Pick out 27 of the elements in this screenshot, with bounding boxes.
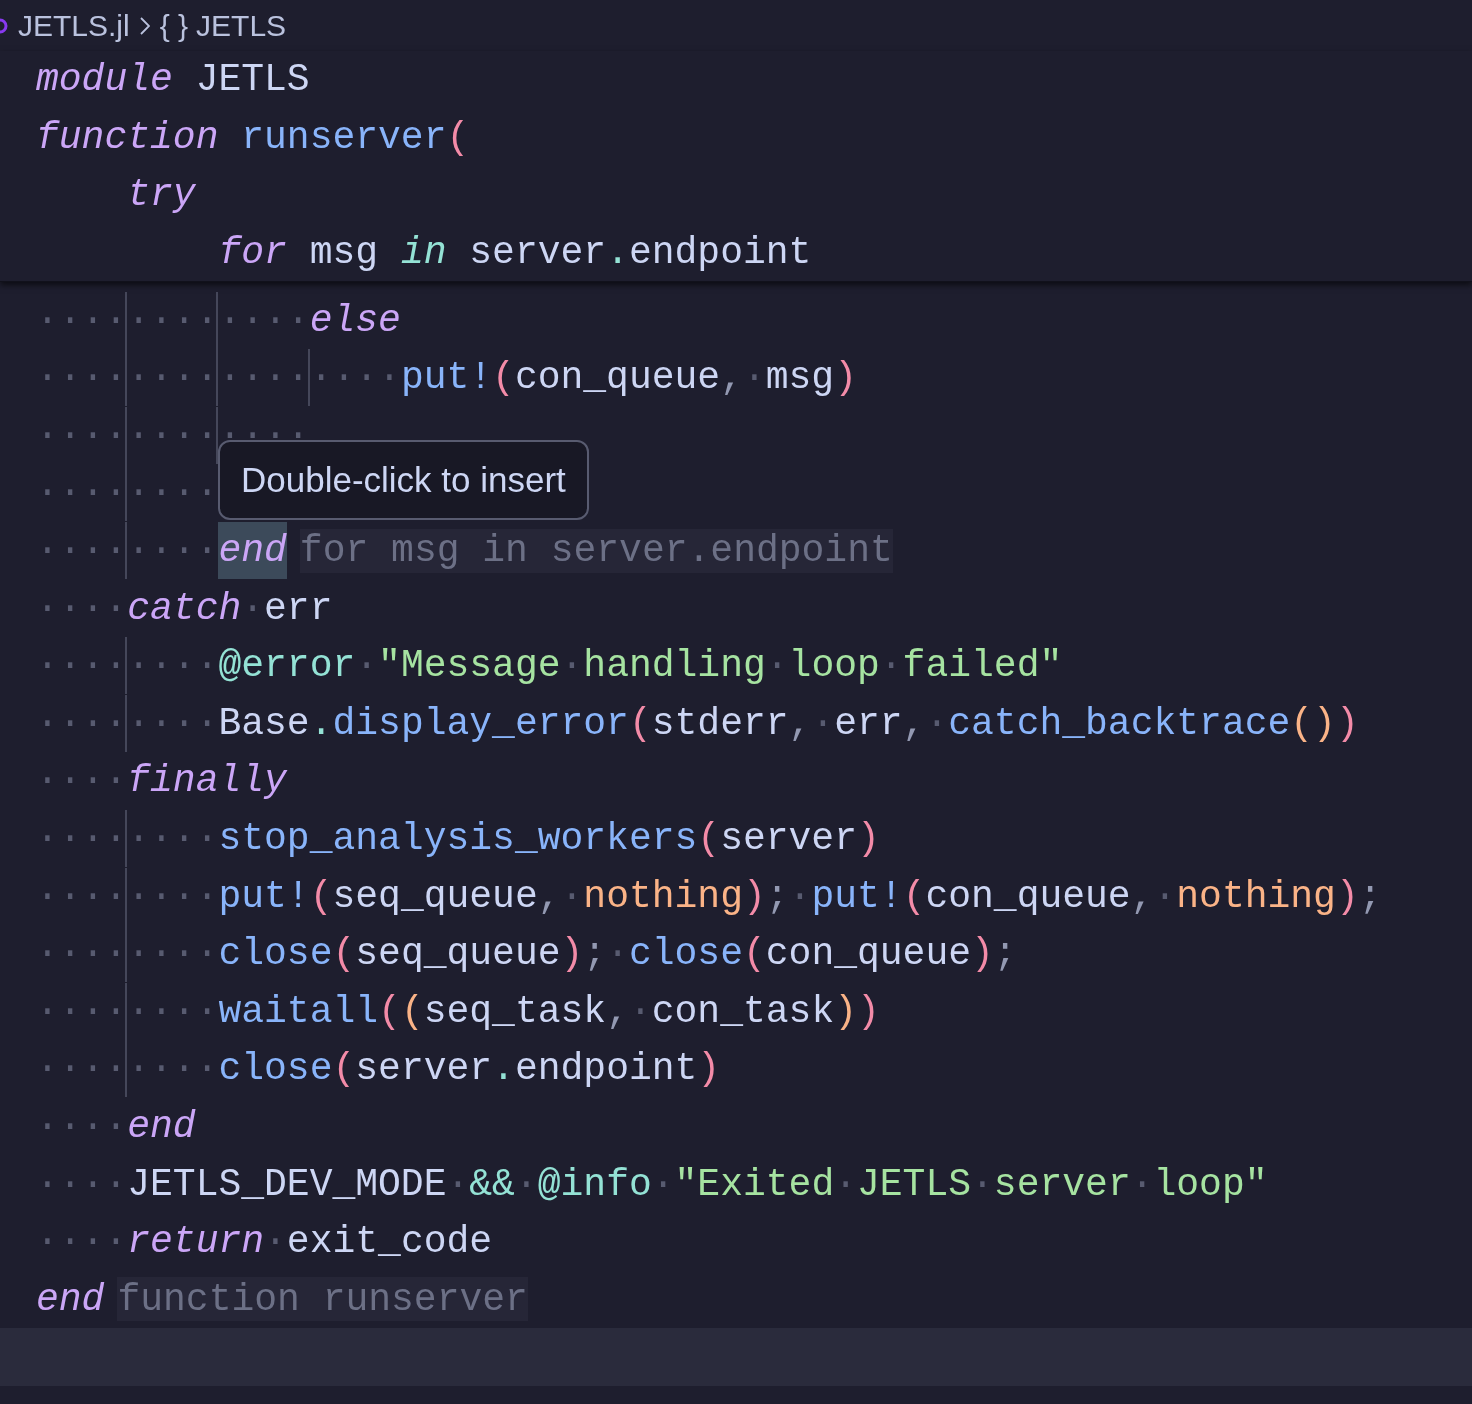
code-line: ····catch·err bbox=[36, 585, 333, 632]
code-line: ········stop_analysis_workers(server) bbox=[36, 809, 880, 868]
code-line: ····JETLS_DEV_MODE·&&·@info·"Exited·JETLS·server·loop" bbox=[36, 1161, 1268, 1208]
sticky-code-line: for msg in server.endpoint bbox=[217, 230, 812, 277]
sticky-code-line: module JETLS bbox=[36, 57, 310, 104]
breadcrumb-file[interactable]: JETLS.jl bbox=[18, 3, 130, 48]
code-line: ····finally bbox=[36, 758, 287, 805]
code-line: ····return·exit_code bbox=[36, 1219, 493, 1266]
code-line: ········@error·"Message·handling·loop·failed" bbox=[36, 636, 1063, 695]
code-line: ········put!(seq_queue,·nothing);·put!(con_queue,·nothing); bbox=[36, 867, 1382, 925]
code-line: ····end bbox=[36, 1104, 196, 1150]
code-line: ········end bbox=[36, 521, 287, 580]
code-line: ········close(server.endpoint) bbox=[36, 1040, 721, 1098]
code-line: ············else bbox=[36, 291, 401, 349]
code-line: ················put!(con_queue,·msg) bbox=[36, 348, 857, 407]
code-line: end bbox=[36, 1276, 105, 1323]
symbol-icon: { } bbox=[159, 3, 189, 48]
tooltip: Double-click to insert bbox=[218, 440, 589, 521]
inline-hint: function runserver bbox=[117, 1277, 528, 1322]
inline-hint: for msg in server.endpoint bbox=[299, 528, 893, 573]
chevron-icon bbox=[139, 16, 150, 35]
code-line: ········Base.display_error(stderr,·err,·catch_backtrace()) bbox=[36, 694, 1359, 753]
sticky-code-line: function runserver( bbox=[36, 114, 470, 161]
sticky-code-line: try bbox=[126, 172, 196, 219]
code-line: ········close(seq_queue);·close(con_queue); bbox=[36, 924, 1017, 983]
code-line: ········waitall((seq_task,·con_task)) bbox=[36, 982, 880, 1041]
breadcrumb-symbol[interactable]: JETLS bbox=[196, 3, 287, 48]
